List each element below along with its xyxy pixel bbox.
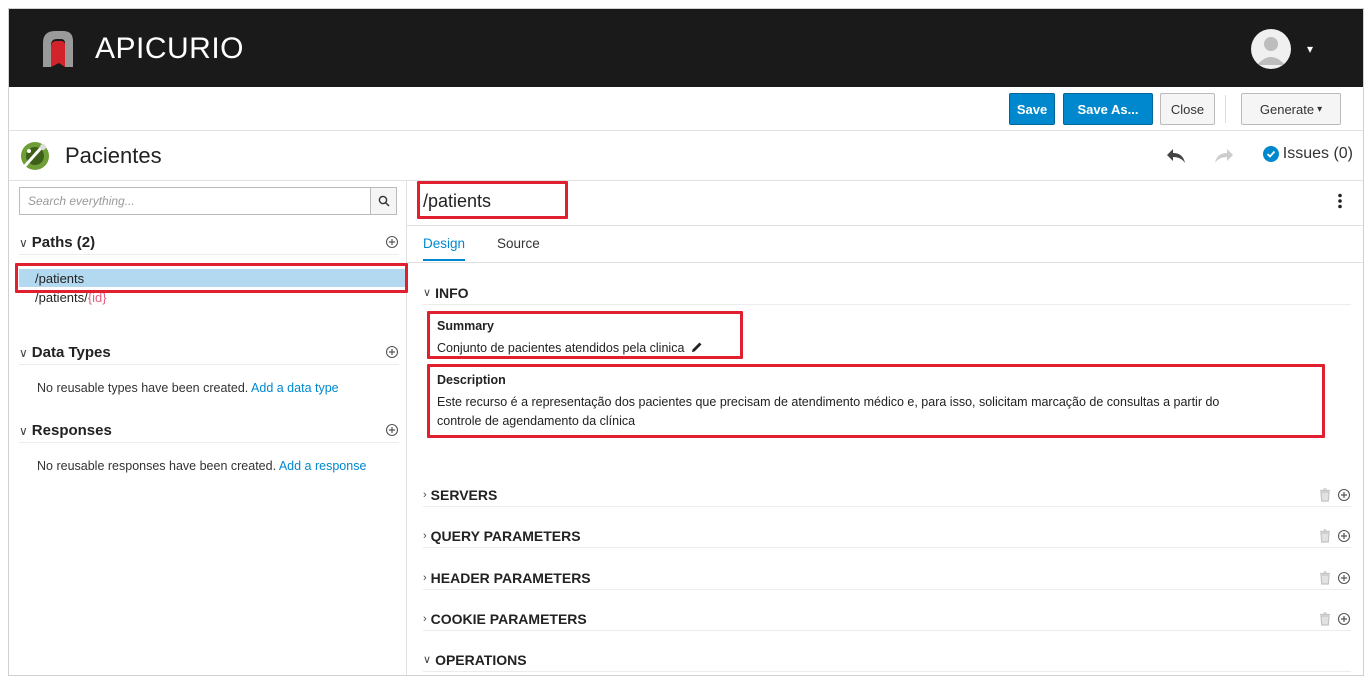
top-header: APICURIO ▾ [9,9,1363,87]
api-title-bar: Pacientes Issues (0) [9,131,1363,181]
responses-section-header[interactable]: ∨ Responses [19,419,399,443]
chevron-down-icon: ∨ [19,345,28,360]
add-circle-icon[interactable] [1337,571,1351,585]
description-line: Este recurso é a representação dos pacie… [437,395,1220,409]
data-types-section-header[interactable]: ∨ Data Types [19,341,399,365]
paths-label: Paths (2) [31,234,96,251]
data-types-label: Data Types [31,344,111,361]
chevron-right-icon: › [423,612,427,625]
chevron-right-icon: › [423,571,427,584]
generate-label: Generate [1259,101,1315,117]
trash-icon[interactable] [1319,571,1331,585]
summary-value[interactable]: Conjunto de pacientes atendidos pela cli… [437,339,703,358]
operations-section-header[interactable]: ∨ OPERATIONS [423,648,1351,672]
tab-source[interactable]: Source [497,236,540,251]
data-types-empty: No reusable types have been created. Add… [37,381,339,395]
responses-empty: No reusable responses have been created.… [37,459,366,473]
section-actions [1319,571,1351,585]
search-button[interactable] [370,188,396,214]
responses-label: Responses [31,422,112,439]
close-button[interactable]: Close [1160,93,1215,125]
path-title: /patients [423,191,492,211]
issues-indicator[interactable]: Issues (0) [1262,145,1353,163]
path-item-patients-id[interactable]: /patients/{id} [19,288,405,306]
add-circle-icon[interactable] [1337,612,1351,626]
brand[interactable]: APICURIO [37,27,244,71]
summary-label: Summary [437,319,494,333]
kebab-menu-icon[interactable] [1337,193,1343,209]
summary-text: Conjunto de pacientes atendidos pela cli… [437,341,685,355]
save-as-button[interactable]: Save As... [1063,93,1153,125]
info-label: INFO [435,284,469,301]
add-response-link[interactable]: Add a response [279,459,367,473]
add-circle-icon[interactable] [1337,529,1351,543]
issues-label: Issues (0) [1282,145,1353,162]
trash-icon[interactable] [1319,488,1331,502]
chevron-down-icon: ▾ [1317,103,1323,115]
chevron-down-icon: ∨ [19,235,28,250]
trash-icon[interactable] [1319,612,1331,626]
section-actions [1319,488,1351,502]
description-line: controle de agendamento da clínica [437,414,636,428]
query-parameters-section-header[interactable]: › QUERY PARAMETERS [423,524,1351,548]
servers-section-header[interactable]: › SERVERS [423,483,1351,507]
chevron-right-icon: › [423,488,427,501]
chevron-down-icon: ∨ [19,423,28,438]
path-label: /patients/ [35,289,88,305]
add-path-icon[interactable] [385,235,399,249]
toolbar-divider [1225,95,1226,123]
editor-tabs: Design Source [407,225,1363,263]
cookie-parameters-section-header[interactable]: › COOKIE PARAMETERS [423,607,1351,631]
sidebar: ∨ Paths (2) /patients /patients/{id} ∨ D… [9,181,407,675]
avatar-icon[interactable] [1250,29,1291,69]
chevron-right-icon: › [423,529,427,542]
editor-toolbar: Save Save As... Close Generate ▾ [9,87,1363,131]
header-parameters-section-header[interactable]: › HEADER PARAMETERS [423,566,1351,590]
description-value[interactable]: Este recurso é a representação dos pacie… [437,393,1219,431]
redo-icon[interactable] [1213,147,1235,165]
path-label: /patients [35,270,85,286]
section-label: QUERY PARAMETERS [430,527,581,544]
undo-icon[interactable] [1165,147,1187,165]
section-label: SERVERS [430,486,498,503]
add-response-icon[interactable] [385,423,399,437]
app-frame: APICURIO ▾ Save Save As... Close Generat… [8,8,1364,676]
section-actions [1319,612,1351,626]
info-section-header[interactable]: ∨ INFO [423,281,1351,305]
path-param: {id} [87,289,107,305]
search-input[interactable] [20,188,370,214]
add-data-type-icon[interactable] [385,345,399,359]
paths-section-header[interactable]: ∨ Paths (2) [19,231,399,255]
add-data-type-link[interactable]: Add a data type [251,381,339,395]
responses-empty-text: No reusable responses have been created. [37,459,277,473]
api-logo-icon [21,142,49,170]
save-button[interactable]: Save [1009,93,1055,125]
description-label: Description [437,373,506,387]
user-menu-caret-icon[interactable]: ▾ [1307,42,1313,56]
trash-icon[interactable] [1319,529,1331,543]
chevron-down-icon: ∨ [423,654,432,666]
data-types-empty-text: No reusable types have been created. [37,381,249,395]
generate-button[interactable]: Generate ▾ [1241,93,1341,125]
path-editor: /patients Design Source ∨ INFO Summary C… [407,181,1363,675]
tab-design[interactable]: Design [423,236,466,261]
api-title: Pacientes [65,143,162,168]
path-item-patients[interactable]: /patients [19,269,405,287]
section-actions [1319,529,1351,543]
chevron-down-icon: ∨ [423,287,432,299]
user-menu[interactable]: ▾ [1250,29,1313,69]
section-label: HEADER PARAMETERS [430,569,591,586]
apicurio-logo-icon [43,31,73,67]
operations-label: OPERATIONS [435,651,527,668]
section-label: COOKIE PARAMETERS [430,610,587,627]
search-box [19,187,397,215]
search-icon [378,195,390,207]
check-circle-icon [1262,146,1279,162]
brand-name: APICURIO [95,32,245,65]
add-circle-icon[interactable] [1337,488,1351,502]
pencil-icon[interactable] [691,341,703,353]
